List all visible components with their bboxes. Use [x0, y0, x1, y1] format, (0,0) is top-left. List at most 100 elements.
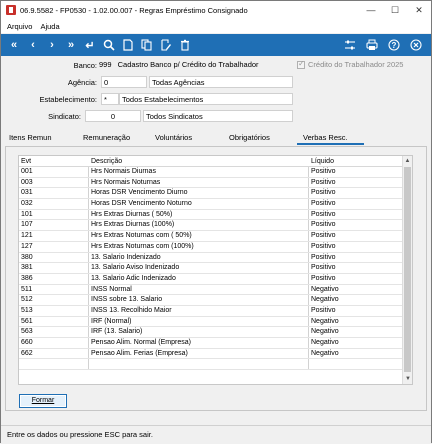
table-row[interactable]: 386 13. Salario Adic Indenizado Positivo [19, 273, 412, 285]
cell-descricao[interactable]: 13. Salario Indenizado [89, 252, 309, 263]
scroll-thumb[interactable] [404, 167, 411, 372]
column-header-liquido[interactable]: Líquido [309, 156, 402, 166]
table-row[interactable]: 512 INSS sobre 13. Salario Negativo [19, 295, 412, 306]
cell-liquido[interactable]: Positivo [309, 178, 402, 188]
table-row[interactable]: 031 Horas DSR Vencimento Diurno Positivo [19, 188, 412, 200]
checkbox-box[interactable] [297, 59, 305, 69]
cell-liquido[interactable]: Positivo [309, 210, 402, 220]
cell-evt[interactable]: 513 [19, 305, 89, 316]
close-circle-icon[interactable] [409, 37, 423, 53]
table-row[interactable]: 511 INSS Normal Negativo [19, 284, 412, 296]
new-document-icon[interactable] [121, 37, 135, 53]
menu-ajuda[interactable]: Ajuda [40, 22, 59, 31]
cell-liquido[interactable]: Positivo [309, 220, 402, 230]
cell-evt[interactable]: 512 [19, 295, 89, 305]
cell-liquido[interactable]: Positivo [309, 274, 402, 284]
vertical-scrollbar[interactable]: ▲ ▼ [402, 156, 412, 384]
cell-evt[interactable]: 121 [19, 231, 89, 241]
cell-liquido[interactable]: Positivo [309, 253, 402, 263]
cell-descricao[interactable]: INSS 13. Recolhido Maior [89, 305, 309, 316]
cell-liquido[interactable]: Positivo [309, 167, 402, 177]
tab-remuneracao[interactable]: Remuneração [83, 133, 130, 142]
cell-descricao[interactable]: Hrs Extras Noturnas com ( 50%) [89, 231, 309, 241]
cell-evt[interactable]: 032 [19, 199, 89, 209]
table-row[interactable]: 032 Horas DSR Vencimento Noturno Positivo [19, 199, 412, 210]
cell-descricao[interactable]: Hrs Extras Diurnas (100%) [89, 220, 309, 231]
table-row[interactable]: 107 Hrs Extras Diurnas (100%) Positivo [19, 220, 412, 232]
next-record-icon[interactable]: › [45, 37, 59, 53]
cell-liquido[interactable] [309, 359, 402, 369]
cell-descricao[interactable]: Hrs Normais Noturnas [89, 177, 309, 188]
previous-record-icon[interactable]: ‹ [26, 37, 40, 53]
cell-liquido[interactable]: Positivo [309, 231, 402, 241]
cell-liquido[interactable]: Negativo [309, 317, 402, 327]
cell-evt[interactable]: 561 [19, 316, 89, 327]
copy-document-icon[interactable] [140, 37, 154, 53]
estabelecimento-code-input[interactable]: * [101, 93, 119, 105]
column-header-evt[interactable]: Evt [19, 156, 89, 166]
cell-evt[interactable]: 101 [19, 209, 89, 220]
cell-evt[interactable]: 381 [19, 263, 89, 273]
settings-sliders-icon[interactable] [343, 37, 357, 53]
table-row[interactable]: 121 Hrs Extras Noturnas com ( 50%) Positiv… [19, 231, 412, 242]
cell-descricao[interactable] [89, 359, 309, 370]
cell-descricao[interactable]: Pensao Alim. Ferias (Empresa) [89, 348, 309, 359]
cell-descricao[interactable]: INSS sobre 13. Salario [89, 295, 309, 305]
cell-descricao[interactable]: Pensao Alim. Normal (Empresa) [89, 338, 309, 348]
tab-voluntarios[interactable]: Voluntários [155, 133, 192, 142]
cell-liquido[interactable]: Positivo [309, 242, 402, 252]
cell-descricao[interactable]: 13. Salario Adic Indenizado [89, 273, 309, 284]
tab-itens-remun[interactable]: Itens Remun [9, 133, 52, 142]
menu-arquivo[interactable]: Arquivo [7, 22, 32, 31]
minimize-button[interactable]: — [359, 1, 383, 19]
table-row[interactable] [19, 359, 412, 371]
credito-trabalhador-checkbox[interactable]: Crédito do Trabalhador 2025 [297, 59, 403, 69]
cell-descricao[interactable]: Hrs Extras Diurnas ( 50%) [89, 209, 309, 220]
scroll-up-icon[interactable]: ▲ [403, 156, 412, 166]
close-button[interactable]: ✕ [407, 1, 431, 19]
tab-obrigatorios[interactable]: Obrigatórios [229, 133, 270, 142]
cell-evt[interactable]: 107 [19, 220, 89, 231]
cell-liquido[interactable]: Negativo [309, 327, 402, 337]
delete-icon[interactable] [178, 37, 192, 53]
formar-button[interactable]: Formar [19, 394, 67, 408]
table-row[interactable]: 381 13. Salario Aviso Indenizado Positivo [19, 263, 412, 274]
sindicato-code-input[interactable]: 0 [85, 110, 141, 122]
table-row[interactable]: 561 IRF (Normal) Negativo [19, 316, 412, 328]
table-row[interactable]: 380 13. Salario Indenizado Positivo [19, 252, 412, 264]
cell-evt[interactable]: 386 [19, 273, 89, 284]
cell-evt[interactable]: 662 [19, 348, 89, 359]
cell-evt[interactable]: 001 [19, 167, 89, 177]
cell-evt[interactable]: 003 [19, 177, 89, 188]
tab-verbas-resc[interactable]: Verbas Resc. [297, 133, 364, 145]
cell-evt[interactable]: 511 [19, 284, 89, 295]
cell-liquido[interactable]: Positivo [309, 199, 402, 209]
cell-evt[interactable]: 380 [19, 252, 89, 263]
table-row[interactable]: 001 Hrs Normais Diurnas Positivo [19, 167, 412, 178]
cell-liquido[interactable]: Positivo [309, 263, 402, 273]
cell-liquido[interactable]: Negativo [309, 349, 402, 359]
cell-descricao[interactable]: INSS Normal [89, 284, 309, 295]
maximize-button[interactable]: ☐ [383, 1, 407, 19]
print-icon[interactable] [365, 37, 379, 53]
cell-descricao[interactable]: Hrs Normais Diurnas [89, 167, 309, 177]
cell-descricao[interactable]: Horas DSR Vencimento Diurno [89, 188, 309, 199]
cell-liquido[interactable]: Positivo [309, 306, 402, 316]
cell-descricao[interactable]: IRF (Normal) [89, 316, 309, 327]
cell-descricao[interactable]: Horas DSR Vencimento Noturno [89, 199, 309, 209]
cell-liquido[interactable]: Negativo [309, 285, 402, 295]
table-row[interactable]: 660 Pensao Alim. Normal (Empresa) Negativo [19, 338, 412, 349]
help-icon[interactable]: ? [387, 37, 401, 53]
last-record-icon[interactable]: » [64, 37, 78, 53]
search-icon[interactable] [102, 37, 116, 53]
cell-evt[interactable]: 127 [19, 241, 89, 252]
cell-liquido[interactable]: Positivo [309, 188, 402, 198]
column-header-descricao[interactable]: Descrição [89, 156, 309, 166]
table-row[interactable]: 003 Hrs Normais Noturnas Positivo [19, 177, 412, 189]
cell-evt[interactable]: 563 [19, 327, 89, 337]
table-row[interactable]: 662 Pensao Alim. Ferias (Empresa) Negativo [19, 348, 412, 360]
return-icon[interactable]: ↵ [83, 37, 97, 53]
table-row[interactable]: 127 Hrs Extras Noturnas com (100%) Positiv… [19, 241, 412, 253]
cell-liquido[interactable]: Negativo [309, 295, 402, 305]
cell-evt[interactable] [19, 359, 89, 370]
